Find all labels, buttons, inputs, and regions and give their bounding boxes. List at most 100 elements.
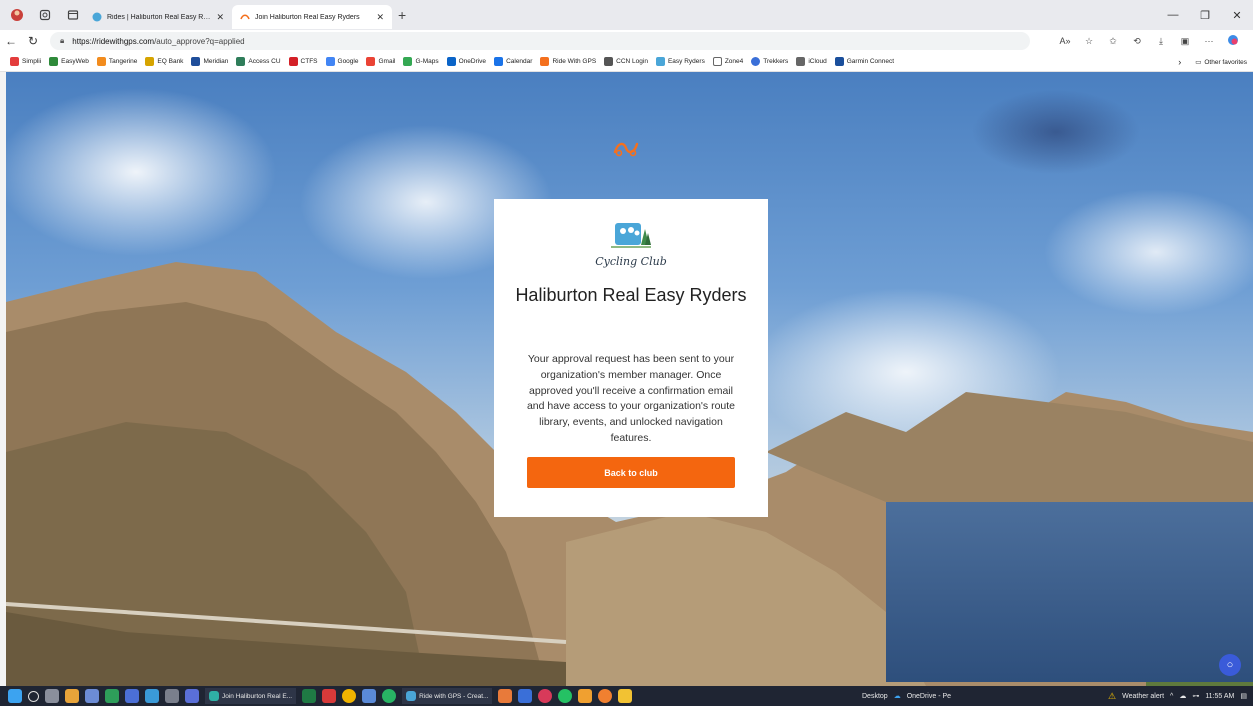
tab-rides[interactable]: Rides | Haliburton Real Easy Ryde ✕ bbox=[84, 5, 232, 29]
maps-icon bbox=[403, 57, 413, 66]
back-icon[interactable]: ← bbox=[0, 34, 22, 48]
simplii-icon bbox=[10, 57, 19, 66]
google-icon bbox=[325, 57, 335, 66]
copilot-icon[interactable] bbox=[1221, 34, 1245, 48]
taskbar-app-icon[interactable] bbox=[165, 689, 179, 703]
bookmark-zone4[interactable]: Zone4 bbox=[712, 57, 743, 66]
lock-icon: 🔒︎ bbox=[60, 36, 65, 45]
desktop-area: Desktop ☁ OneDrive - Pe bbox=[862, 686, 957, 706]
excel-icon[interactable] bbox=[302, 689, 317, 703]
bookmark-access-cu[interactable]: Access CU bbox=[236, 57, 281, 66]
taskbar-app-icon[interactable] bbox=[578, 689, 593, 703]
more-icon[interactable]: ··· bbox=[1197, 36, 1221, 46]
onedrive-cloud-icon: ☁ bbox=[893, 693, 901, 700]
bookmark-onedrive[interactable]: OneDrive bbox=[446, 57, 486, 66]
bookmark-meridian[interactable]: Meridian bbox=[191, 57, 228, 66]
bookmark-simplii[interactable]: Simplii bbox=[10, 57, 41, 66]
file-explorer-icon[interactable] bbox=[618, 689, 633, 703]
approval-message: Your approval request has been sent to y… bbox=[526, 353, 736, 444]
bookmark-ride-with-gps[interactable]: Ride With GPS bbox=[540, 57, 596, 66]
history-icon[interactable]: ⟲ bbox=[1125, 36, 1149, 47]
club-name-title: Haliburton Real Easy Ryders bbox=[515, 285, 747, 305]
weather-alert[interactable]: Weather alert bbox=[1122, 693, 1164, 700]
meridian-icon bbox=[191, 57, 201, 66]
bookmark-tangerine[interactable]: Tangerine bbox=[96, 57, 137, 66]
bookmark-g-maps[interactable]: G-Maps bbox=[403, 57, 439, 66]
refresh-icon[interactable]: ↻ bbox=[22, 34, 44, 48]
whatsapp-icon[interactable] bbox=[558, 689, 573, 703]
other-favorites[interactable]: Other favorites bbox=[1204, 59, 1247, 66]
onedrive-label[interactable]: OneDrive - Pe bbox=[907, 693, 951, 700]
taskbar-app-icon[interactable] bbox=[105, 689, 119, 703]
search-icon[interactable] bbox=[28, 690, 39, 702]
favorite-star-icon[interactable]: ☆ bbox=[1077, 36, 1101, 47]
warning-icon: ⚠ bbox=[1108, 690, 1117, 701]
taskbar-rwgps-app[interactable]: Ride with GPS - Creat... bbox=[402, 688, 493, 704]
chevron-up-icon[interactable]: ^ bbox=[1170, 693, 1173, 700]
read-aloud-icon[interactable]: A» bbox=[1053, 36, 1077, 46]
windows-start-icon[interactable] bbox=[8, 689, 22, 703]
garmin-icon bbox=[834, 57, 844, 66]
chrome-icon[interactable] bbox=[342, 689, 357, 703]
calendar-icon bbox=[494, 57, 504, 66]
skype-icon[interactable] bbox=[145, 689, 159, 703]
bookmark-garmin-connect[interactable]: Garmin Connect bbox=[834, 57, 894, 66]
rwgps-favicon-icon bbox=[240, 14, 250, 20]
bookmark-icloud[interactable]: iCloud bbox=[796, 57, 827, 66]
bookmark-ctfs[interactable]: CTFS bbox=[288, 57, 318, 66]
sea bbox=[886, 502, 1253, 682]
close-window-icon[interactable]: ✕ bbox=[1221, 9, 1253, 22]
bookmark-eq-bank[interactable]: EQ Bank bbox=[145, 57, 183, 66]
taskbar-app-icon[interactable] bbox=[65, 689, 79, 703]
bookmark-gmail[interactable]: Gmail bbox=[366, 57, 395, 66]
network-icon[interactable]: ⊶ bbox=[1192, 692, 1199, 700]
url-host: https://ridewithgps.com bbox=[72, 36, 155, 46]
chat-bubble-icon[interactable]: ○ bbox=[1219, 654, 1241, 676]
bookmark-calendar[interactable]: Calendar bbox=[494, 57, 532, 66]
taskbar-app-icon[interactable] bbox=[518, 689, 533, 703]
url-field[interactable]: 🔒︎ https://ridewithgps.com /auto_approve… bbox=[50, 32, 1030, 50]
bookmark-ccn-login[interactable]: CCN Login bbox=[604, 57, 648, 66]
taskbar-app-icon[interactable] bbox=[185, 689, 199, 703]
folder-icon: ▭ bbox=[1195, 59, 1202, 66]
page-icon bbox=[712, 57, 722, 66]
taskbar-app-icon[interactable] bbox=[362, 689, 377, 703]
ctfs-icon bbox=[288, 57, 298, 66]
desktop-label[interactable]: Desktop bbox=[862, 693, 888, 700]
bookmark-easyweb[interactable]: EasyWeb bbox=[49, 57, 89, 66]
taskbar-app-icon[interactable] bbox=[498, 689, 513, 703]
club-icon bbox=[655, 57, 665, 66]
taskbar-app-icon[interactable] bbox=[125, 689, 139, 703]
chevron-right-icon[interactable]: › bbox=[1178, 57, 1181, 67]
task-view-icon[interactable] bbox=[45, 689, 59, 703]
bookmarks-bar: Simplii EasyWeb Tangerine EQ Bank Meridi… bbox=[0, 52, 1253, 72]
profile-icon[interactable] bbox=[6, 4, 28, 26]
taskbar-join-app[interactable]: Join Haliburton Real E... bbox=[205, 688, 297, 704]
notification-icon[interactable]: ▤ bbox=[1240, 692, 1247, 700]
apple-icon bbox=[796, 57, 806, 66]
bookmark-trekkers[interactable]: Trekkers bbox=[751, 57, 788, 66]
back-to-club-button[interactable]: Back to club bbox=[527, 457, 735, 488]
new-tab-button[interactable]: + bbox=[398, 7, 406, 23]
approval-card: Cycling Club Haliburton Real Easy Ryders… bbox=[494, 199, 768, 517]
url-path: /auto_approve?q=applied bbox=[154, 36, 245, 46]
workspaces-icon[interactable] bbox=[34, 4, 56, 26]
taskbar-app-icon[interactable] bbox=[598, 689, 613, 703]
downloads-icon[interactable]: ⤓ bbox=[1149, 36, 1173, 47]
taskbar-app-icon[interactable] bbox=[538, 689, 553, 703]
bookmark-google[interactable]: Google bbox=[325, 57, 358, 66]
close-tab-icon[interactable]: ✕ bbox=[376, 12, 384, 23]
tab-join[interactable]: Join Haliburton Real Easy Ryders ✕ bbox=[232, 5, 392, 29]
clock[interactable]: 11:55 AM bbox=[1205, 693, 1234, 700]
favorites-icon[interactable]: ✩ bbox=[1101, 36, 1125, 47]
taskbar-app-icon[interactable] bbox=[85, 689, 99, 703]
bookmark-easy-ryders[interactable]: Easy Ryders bbox=[655, 57, 705, 66]
restore-icon[interactable]: ❐ bbox=[1189, 9, 1221, 22]
close-tab-icon[interactable]: ✕ bbox=[216, 12, 224, 23]
tab-actions-icon[interactable] bbox=[62, 4, 84, 26]
taskbar-app-icon[interactable] bbox=[382, 689, 397, 703]
collections-icon[interactable]: ▣ bbox=[1173, 36, 1197, 47]
cloud-icon[interactable]: ☁ bbox=[1179, 692, 1186, 700]
taskbar-app-icon[interactable] bbox=[322, 689, 337, 703]
minimize-icon[interactable]: — bbox=[1157, 9, 1189, 21]
